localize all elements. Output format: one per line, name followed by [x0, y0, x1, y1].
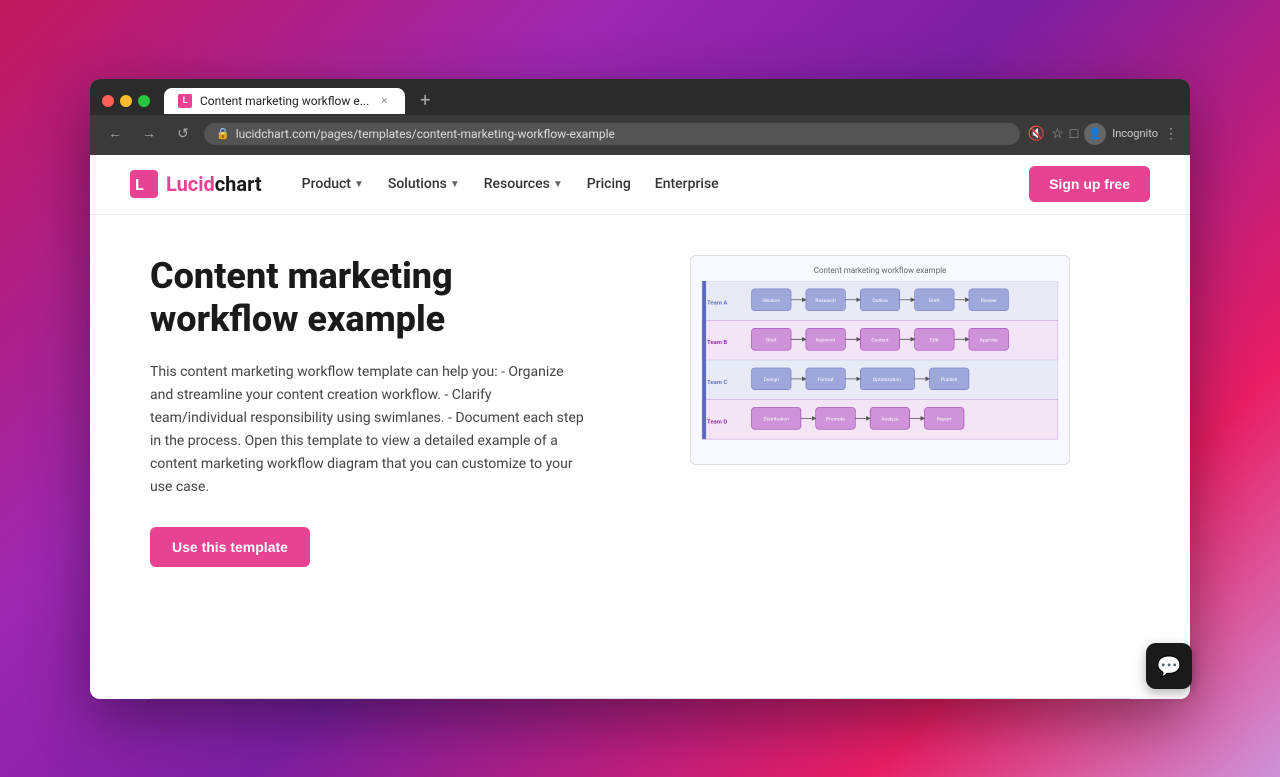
nav-resources[interactable]: Resources ▼ — [474, 170, 573, 198]
browser-right-controls: 🔇 ☆ □ 👤 Incognito ⋮ — [1028, 123, 1178, 145]
incognito-label: Incognito — [1112, 127, 1158, 140]
logo-text: Lucidchart — [166, 172, 262, 196]
more-options-icon[interactable]: ⋮ — [1164, 126, 1178, 142]
address-bar[interactable]: 🔒 lucidchart.com/pages/templates/content… — [204, 123, 1020, 145]
no-audio-icon: 🔇 — [1028, 126, 1045, 142]
refresh-button[interactable]: ↺ — [170, 121, 196, 147]
content-right: Content marketing workflow example Team … — [630, 255, 1130, 465]
solutions-chevron-icon: ▼ — [450, 179, 460, 190]
svg-text:Research: Research — [815, 297, 836, 303]
nav-links: Product ▼ Solutions ▼ Resources ▼ Pricin… — [292, 170, 1029, 198]
product-chevron-icon: ▼ — [354, 179, 364, 190]
chat-button[interactable]: 💬 — [1146, 643, 1192, 689]
close-window-button[interactable] — [102, 95, 114, 107]
lock-icon: 🔒 — [216, 127, 230, 140]
svg-text:Content: Content — [871, 337, 889, 343]
footer-divider — [150, 698, 1130, 699]
content-left: Content marketing workflow example This … — [150, 255, 590, 568]
bookmark-icon[interactable]: ☆ — [1051, 126, 1064, 142]
diagram-svg: Team A Team B Team C Team D Ideation Res… — [701, 281, 1059, 449]
minimize-window-button[interactable] — [120, 95, 132, 107]
resources-chevron-icon: ▼ — [553, 179, 563, 190]
svg-text:Design: Design — [764, 376, 779, 382]
svg-text:Brief: Brief — [766, 336, 777, 343]
svg-text:Outline: Outline — [872, 297, 888, 303]
browser-window: L Content marketing workflow e... × + ← … — [90, 79, 1190, 699]
svg-text:Distribution: Distribution — [764, 416, 790, 422]
logo-icon: L — [130, 170, 158, 198]
browser-tabs: L Content marketing workflow e... × + — [90, 79, 1190, 115]
svg-text:Ideation: Ideation — [762, 297, 780, 303]
browser-controls: ← → ↺ 🔒 lucidchart.com/pages/templates/c… — [90, 115, 1190, 155]
svg-text:Team D: Team D — [707, 419, 727, 425]
tab-close-button[interactable]: × — [377, 94, 391, 108]
svg-text:Analyze: Analyze — [881, 416, 899, 422]
page-title: Content marketing workflow example — [150, 255, 590, 341]
nav-enterprise[interactable]: Enterprise — [645, 170, 729, 198]
svg-text:Promote: Promote — [826, 416, 845, 422]
svg-text:Team A: Team A — [707, 300, 727, 306]
content-section: Content marketing workflow example This … — [90, 215, 1190, 698]
address-text: lucidchart.com/pages/templates/content-m… — [236, 127, 615, 141]
logo[interactable]: L Lucidchart — [130, 170, 262, 198]
maximize-window-button[interactable] — [138, 95, 150, 107]
svg-text:Publish: Publish — [941, 376, 958, 382]
svg-text:L: L — [135, 175, 144, 194]
page-description: This content marketing workflow template… — [150, 361, 590, 500]
website-content: L Lucidchart Product ▼ Solutions ▼ Resou… — [90, 155, 1190, 699]
tab-title: Content marketing workflow e... — [200, 94, 369, 108]
svg-text:Review: Review — [981, 297, 997, 303]
nav-pricing[interactable]: Pricing — [577, 170, 641, 198]
diagram-title: Content marketing workflow example — [701, 266, 1059, 275]
svg-text:Optimization: Optimization — [873, 376, 901, 382]
diagram-preview: Content marketing workflow example Team … — [690, 255, 1070, 465]
svg-text:Team B: Team B — [707, 340, 727, 346]
active-tab[interactable]: L Content marketing workflow e... × — [164, 88, 405, 114]
svg-text:Report: Report — [937, 416, 952, 422]
forward-button[interactable]: → — [136, 121, 162, 147]
signup-button[interactable]: Sign up free — [1029, 166, 1150, 202]
svg-text:Team C: Team C — [707, 379, 727, 385]
new-tab-button[interactable]: + — [411, 87, 439, 115]
svg-text:Approve: Approve — [980, 337, 999, 343]
nav-product[interactable]: Product ▼ — [292, 170, 374, 198]
chat-icon: 💬 — [1157, 654, 1182, 678]
svg-text:Edit: Edit — [930, 337, 939, 343]
svg-text:Format: Format — [818, 376, 834, 382]
nav-solutions[interactable]: Solutions ▼ — [378, 170, 470, 198]
profile-avatar[interactable]: 👤 — [1084, 123, 1106, 145]
site-nav: L Lucidchart Product ▼ Solutions ▼ Resou… — [90, 155, 1190, 215]
back-button[interactable]: ← — [102, 121, 128, 147]
tab-favicon: L — [178, 94, 192, 108]
use-template-button[interactable]: Use this template — [150, 527, 310, 567]
traffic-lights — [102, 95, 150, 107]
svg-text:Keyword: Keyword — [816, 337, 835, 343]
device-sync-icon[interactable]: □ — [1070, 125, 1078, 142]
site-main: Content marketing workflow example This … — [90, 215, 1190, 699]
browser-chrome: L Content marketing workflow e... × + ← … — [90, 79, 1190, 155]
svg-text:Draft: Draft — [929, 296, 940, 303]
